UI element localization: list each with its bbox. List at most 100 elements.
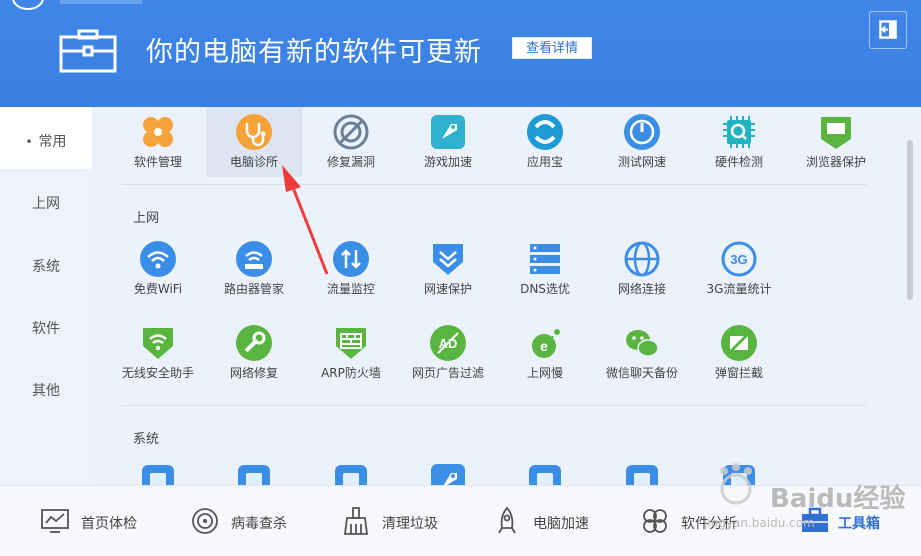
router-icon — [235, 240, 273, 278]
tool-label: 流量监控 — [326, 282, 375, 296]
target-icon — [190, 506, 220, 536]
tool-common-6[interactable]: 硬件检测 — [691, 107, 787, 177]
bottom-nav-label: 病毒查杀 — [231, 516, 287, 532]
wifi-icon — [139, 240, 177, 278]
tool-internet-0-5[interactable]: 网络连接 — [594, 234, 690, 304]
globe-icon — [623, 240, 661, 278]
title-bar-decoration — [60, 0, 142, 4]
watermark-text: Baidu经验 — [770, 484, 906, 514]
tool-label: 3G流量统计 — [706, 282, 772, 296]
tool-label: 软件管理 — [133, 155, 182, 169]
tool-label: 网络修复 — [229, 366, 278, 380]
tool-common-0[interactable]: 软件管理 — [110, 107, 206, 177]
bottom-nav-item-0[interactable]: 首页体检 — [40, 486, 160, 556]
active-dot: • — [25, 135, 33, 149]
tool-label: 路由器管家 — [223, 282, 284, 296]
sidebar-item-software[interactable]: 软件 — [0, 318, 92, 338]
rocket-icon — [492, 506, 522, 536]
bottom-nav-item-1[interactable]: 病毒查杀 — [190, 486, 310, 556]
sidebar-item-internet[interactable]: 上网 — [0, 193, 92, 213]
svg-text:3G: 3G — [730, 252, 747, 267]
broom-icon — [341, 506, 371, 536]
tool-label: 测试网速 — [617, 155, 666, 169]
firewall-icon — [332, 324, 370, 362]
tool-internet-1-6[interactable]: 弹窗拦截 — [691, 318, 787, 388]
divider — [122, 405, 867, 406]
tool-internet-1-1[interactable]: 网络修复 — [206, 318, 302, 388]
tool-label: 网络连接 — [617, 282, 666, 296]
speed-shield-icon — [429, 240, 467, 278]
tool-label: 无线安全助手 — [121, 366, 194, 380]
clover-icon — [640, 506, 670, 536]
sidebar-item-system[interactable]: 系统 — [0, 256, 92, 276]
tool-label: 浏览器保护 — [805, 155, 866, 169]
logo-icon — [12, 0, 44, 10]
tool-label: 电脑诊所 — [229, 155, 278, 169]
tool-internet-1-4[interactable]: e 上网慢 — [497, 318, 593, 388]
server-icon — [526, 240, 564, 278]
bottom-nav-label: 电脑加速 — [533, 516, 589, 532]
bottom-nav-label: 首页体检 — [81, 516, 137, 532]
tool-internet-1-5[interactable]: 微信聊天备份 — [594, 318, 690, 388]
tool-common-2[interactable]: 修复漏洞 — [303, 107, 399, 177]
scrollbar[interactable] — [907, 140, 913, 300]
tool-common-1[interactable]: 电脑诊所 — [206, 107, 302, 177]
3g-icon: 3G — [720, 240, 758, 278]
tool-label: DNS选优 — [520, 282, 570, 296]
sidebar-item-common[interactable]: • 常用 — [0, 131, 92, 151]
header-banner: 你的电脑有新的软件可更新 查看详情 — [0, 0, 921, 107]
bottom-nav-label: 工具箱 — [838, 516, 880, 532]
tool-label: 上网慢 — [526, 366, 563, 380]
speedometer-icon — [623, 113, 661, 151]
tool-label: 弹窗拦截 — [714, 366, 763, 380]
tool-common-4[interactable]: 应用宝 — [497, 107, 593, 177]
tool-label: 应用宝 — [526, 155, 563, 169]
view-details-button[interactable]: 查看详情 — [512, 37, 592, 59]
tool-label: 网速保护 — [423, 282, 472, 296]
rocket-icon — [429, 113, 467, 151]
page-title: 你的电脑有新的软件可更新 — [146, 37, 482, 68]
tool-label: 游戏加速 — [423, 155, 472, 169]
tool-label: 修复漏洞 — [326, 155, 375, 169]
bottom-nav-label: 清理垃圾 — [382, 516, 438, 532]
section-title-system: 系统 — [133, 432, 160, 447]
svg-text:e: e — [540, 338, 548, 354]
tool-label: 网页广告过滤 — [411, 366, 484, 380]
wrench-icon — [235, 324, 273, 362]
wifi-shield-icon — [139, 324, 177, 362]
tool-label: ARP防火墙 — [321, 366, 381, 380]
patch-shield-icon — [332, 113, 370, 151]
traffic-icon — [332, 240, 370, 278]
tool-label: 硬件检测 — [714, 155, 763, 169]
chip-icon — [720, 113, 758, 151]
tool-label: 免费WiFi — [133, 282, 183, 296]
tool-internet-1-2[interactable]: ARP防火墙 — [303, 318, 399, 388]
slow-browser-icon: e — [526, 324, 564, 362]
watermark-subtext: jingyan.baidu.com — [704, 516, 815, 530]
popup-block-icon — [720, 324, 758, 362]
tool-internet-0-2[interactable]: 流量监控 — [303, 234, 399, 304]
tool-internet-0-4[interactable]: DNS选优 — [497, 234, 593, 304]
tool-internet-0-3[interactable]: 网速保护 — [400, 234, 496, 304]
tool-internet-0-1[interactable]: 路由器管家 — [206, 234, 302, 304]
stethoscope-icon — [235, 113, 273, 151]
browser-shield-icon — [817, 113, 855, 151]
app-treasure-icon — [526, 113, 564, 151]
exit-button[interactable] — [869, 11, 907, 49]
monitor-chart-icon — [40, 506, 70, 536]
toolbox-icon — [59, 29, 117, 73]
wechat-icon — [623, 324, 661, 362]
tool-label: 微信聊天备份 — [605, 366, 678, 380]
sidebar-item-other[interactable]: 其他 — [0, 380, 92, 400]
tool-common-3[interactable]: 游戏加速 — [400, 107, 496, 177]
bottom-nav-item-3[interactable]: 电脑加速 — [492, 486, 612, 556]
sidebar: • 常用 上网 系统 软件 其他 — [0, 107, 92, 485]
tool-internet-1-3[interactable]: AD 网页广告过滤 — [400, 318, 496, 388]
bottom-nav-item-2[interactable]: 清理垃圾 — [341, 486, 461, 556]
tool-common-5[interactable]: 测试网速 — [594, 107, 690, 177]
tool-internet-0-6[interactable]: 3G 3G流量统计 — [691, 234, 787, 304]
tool-internet-1-0[interactable]: 无线安全助手 — [110, 318, 206, 388]
tool-internet-0-0[interactable]: 免费WiFi — [110, 234, 206, 304]
ad-block-icon: AD — [429, 324, 467, 362]
tool-common-7[interactable]: 浏览器保护 — [788, 107, 884, 177]
